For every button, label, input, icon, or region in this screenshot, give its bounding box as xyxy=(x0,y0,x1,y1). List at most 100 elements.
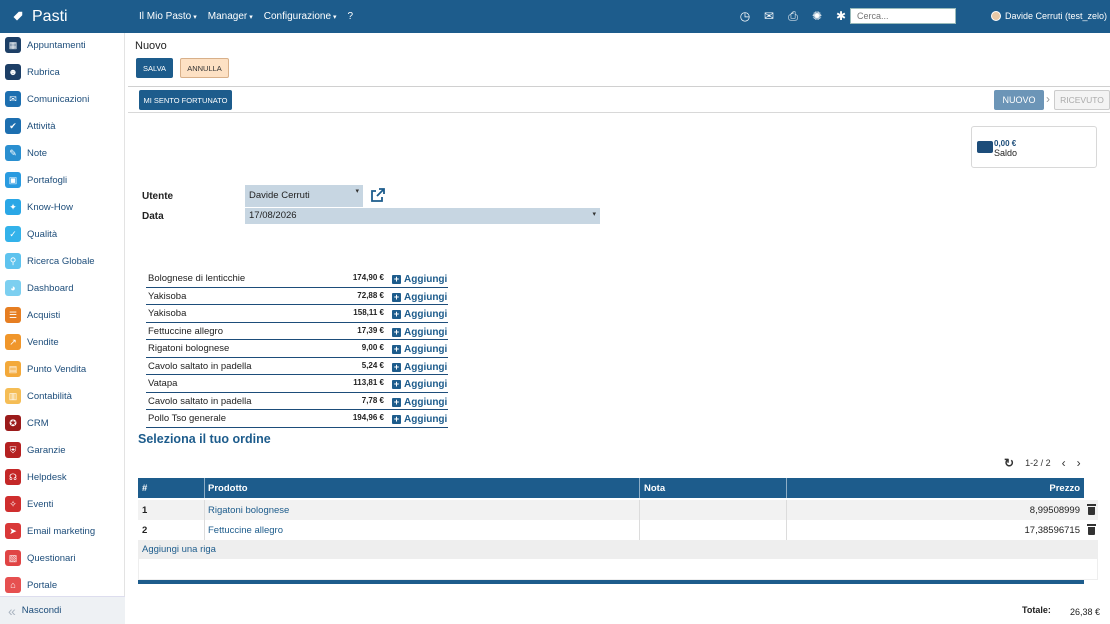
add-label: Aggiungi xyxy=(404,291,448,303)
add-product-button[interactable]: + Aggiungi xyxy=(392,397,447,408)
table-row[interactable]: 2 Fettuccine allegro 17,38596715 xyxy=(138,520,1098,540)
product-price: 113,81 € xyxy=(353,378,384,387)
sidebar-item[interactable]: ⌂ Portale xyxy=(5,574,57,596)
menu-manager[interactable]: Manager ▾ xyxy=(208,11,253,22)
next-page-icon[interactable]: › xyxy=(1077,456,1081,470)
add-label: Aggiungi xyxy=(404,274,448,285)
sidebar-item-label: Know-How xyxy=(27,201,73,213)
save-button[interactable]: SALVA xyxy=(136,58,173,78)
sidebar-item[interactable]: ▣ Portafogli xyxy=(5,169,67,191)
sidebar-item-label: Eventi xyxy=(27,498,54,510)
chat-icon[interactable]: ✉ xyxy=(762,9,776,23)
sidebar-item[interactable]: ▧ Questionari xyxy=(5,547,76,569)
row-product[interactable]: Rigatoni bolognese xyxy=(208,505,289,516)
sidebar-item[interactable]: ✎ Note xyxy=(5,142,47,164)
headset-icon: ☊ xyxy=(5,469,21,485)
sidebar-item[interactable]: ✪ CRM xyxy=(5,412,49,434)
menu-help[interactable]: ? xyxy=(348,11,354,22)
sidebar-item[interactable]: ✉ Comunicazioni xyxy=(5,88,89,110)
product-price: 9,00 € xyxy=(361,343,384,352)
add-product-button[interactable]: + Aggiungi xyxy=(392,362,447,373)
brand[interactable]: Pasti xyxy=(10,8,68,26)
add-label: Aggiungi xyxy=(404,414,448,425)
sidebar-item-label: Contabilità xyxy=(27,390,72,402)
add-product-button[interactable]: + Aggiungi xyxy=(392,379,447,390)
magnifier-icon: ⚲ xyxy=(5,253,21,269)
sidebar-hide[interactable]: « Nascondi xyxy=(0,596,125,624)
status-new[interactable]: NUOVO xyxy=(994,90,1044,110)
sidebar-item[interactable]: ⛨ Garanzie xyxy=(5,439,66,461)
print-icon[interactable]: ⎙ xyxy=(786,9,800,23)
menu-label: Il Mio Pasto xyxy=(139,11,192,22)
prev-page-icon[interactable]: ‹ xyxy=(1062,456,1066,470)
page-title: Nuovo xyxy=(135,40,167,52)
product-price: 174,90 € xyxy=(352,273,384,282)
status-received[interactable]: RICEVUTO xyxy=(1054,90,1110,110)
cart-icon: ☰ xyxy=(5,307,21,323)
utente-select[interactable]: Davide Cerruti ▾ xyxy=(245,185,363,207)
add-product-button[interactable]: + Aggiungi xyxy=(392,344,447,355)
avatar xyxy=(991,11,1001,21)
product-row: Rigatoni bolognese 9,00 € + Aggiungi xyxy=(146,340,448,358)
product-row: Yakisoba 158,11 € + Aggiungi xyxy=(146,305,448,323)
cancel-button[interactable]: ANNULLA xyxy=(180,58,229,78)
col-divider xyxy=(786,478,787,498)
sidebar-item[interactable]: ✔ Attività xyxy=(5,115,56,137)
spinner-icon[interactable]: ✺ xyxy=(810,9,824,23)
sidebar-item[interactable]: ➤ Email marketing xyxy=(5,520,95,542)
sidebar-item[interactable]: ▤ Punto Vendita xyxy=(5,358,86,380)
sidebar-item[interactable]: ✓ Qualità xyxy=(5,223,57,245)
trash-icon[interactable] xyxy=(1087,504,1096,515)
product-row: Fettuccine allegro 17,39 € + Aggiungi xyxy=(146,323,448,340)
col-nota[interactable]: Nota xyxy=(644,483,665,494)
sidebar-item[interactable]: ☊ Helpdesk xyxy=(5,466,67,488)
col-prodotto[interactable]: Prodotto xyxy=(208,483,248,494)
sidebar-item[interactable]: ▦ Appuntamenti xyxy=(5,34,86,56)
sidebar-item[interactable]: ↗ Vendite xyxy=(5,331,59,353)
menu-il-mio-pasto[interactable]: Il Mio Pasto ▾ xyxy=(139,11,197,22)
saldo-card[interactable]: 0,00 € Saldo xyxy=(971,126,1097,168)
plus-icon: + xyxy=(392,379,401,389)
plus-icon: + xyxy=(392,361,401,372)
order-title: Seleziona il tuo ordine xyxy=(138,432,271,446)
refresh-icon[interactable]: ↻ xyxy=(1004,456,1014,470)
double-chevron-left-icon: « xyxy=(8,602,16,619)
add-product-button[interactable]: + Aggiungi xyxy=(392,309,447,320)
sidebar-item[interactable]: ☰ Acquisti xyxy=(5,304,60,326)
add-product-button[interactable]: + Aggiungi xyxy=(392,327,447,338)
sidebar-item[interactable]: ✦ Know-How xyxy=(5,196,73,218)
user-menu[interactable]: Davide Cerruti (test_zelo) xyxy=(991,11,1107,21)
sidebar-item[interactable]: ✧ Eventi xyxy=(5,493,53,515)
wallet-icon: ▣ xyxy=(5,172,21,188)
product-name: Fettuccine allegro xyxy=(148,325,223,337)
user-name: Davide Cerruti (test_zelo) xyxy=(1005,11,1108,21)
add-product-button[interactable]: + Aggiungi xyxy=(392,414,447,425)
sidebar-item-label: Ricerca Globale xyxy=(27,255,95,267)
col-prezzo[interactable]: Prezzo xyxy=(1049,483,1080,494)
sidebar-item[interactable]: ◕ Dashboard xyxy=(5,277,73,299)
lucky-button[interactable]: MI SENTO FORTUNATO xyxy=(139,90,232,110)
sidebar-item[interactable]: ▥ Contabilità xyxy=(5,385,72,407)
sidebar-item[interactable]: ☻ Rubrica xyxy=(5,61,60,83)
sidebar-item-label: Vendite xyxy=(27,336,59,348)
search-input[interactable] xyxy=(850,8,956,24)
row-product[interactable]: Fettuccine allegro xyxy=(208,525,283,536)
add-product-button[interactable]: + Aggiungi xyxy=(392,274,447,285)
plus-icon: + xyxy=(392,274,401,284)
caret-down-icon: ▾ xyxy=(592,211,596,218)
bug-icon[interactable]: ✱ xyxy=(834,9,848,23)
saldo-label: Saldo xyxy=(994,148,1018,158)
email-icon: ➤ xyxy=(5,523,21,539)
sidebar-item-label: Dashboard xyxy=(27,282,74,294)
timer-icon[interactable]: ◷ xyxy=(738,9,752,23)
external-link-icon[interactable] xyxy=(371,188,385,202)
table-row[interactable]: 1 Rigatoni bolognese 8,99508999 xyxy=(138,500,1098,520)
sidebar-item-label: Email marketing xyxy=(27,525,96,537)
add-label: Aggiungi xyxy=(404,309,448,320)
date-input[interactable]: 17/08/2026 ▾ xyxy=(245,208,600,224)
add-product-button[interactable]: + Aggiungi xyxy=(392,292,447,303)
add-row-link[interactable]: Aggiungi una riga xyxy=(142,544,216,555)
sidebar-item[interactable]: ⚲ Ricerca Globale xyxy=(5,250,95,272)
menu-configurazione[interactable]: Configurazione ▾ xyxy=(264,11,337,22)
trash-icon[interactable] xyxy=(1087,524,1096,535)
